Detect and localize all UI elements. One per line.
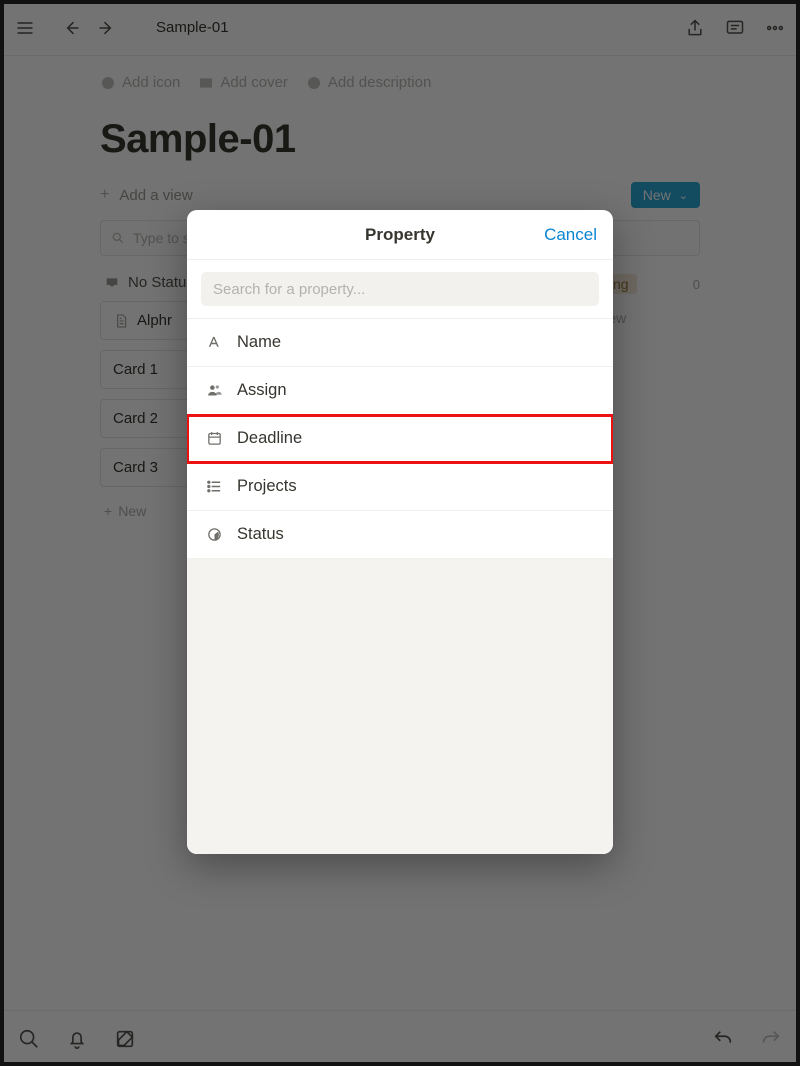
property-label: Assign: [237, 381, 287, 400]
property-list: Name Assign Deadline Projects: [187, 319, 613, 559]
cancel-button[interactable]: Cancel: [544, 225, 597, 245]
property-item-projects[interactable]: Projects: [187, 463, 613, 511]
property-search-input[interactable]: [201, 272, 599, 306]
modal-title: Property: [365, 225, 435, 245]
person-icon: [205, 382, 223, 400]
modal-header: Property Cancel: [187, 210, 613, 260]
property-label: Deadline: [237, 429, 302, 448]
property-item-name[interactable]: Name: [187, 319, 613, 367]
property-label: Status: [237, 525, 284, 544]
calendar-icon: [205, 430, 223, 448]
property-picker-modal: Property Cancel Name Assign: [187, 210, 613, 854]
text-icon: [205, 334, 223, 352]
app-window: Sample-01 Add icon Add cover: [0, 0, 800, 1066]
list-icon: [205, 478, 223, 496]
modal-empty-area: [187, 559, 613, 854]
property-item-status[interactable]: Status: [187, 511, 613, 559]
property-label: Projects: [237, 477, 297, 496]
status-icon: [205, 526, 223, 544]
property-item-deadline[interactable]: Deadline: [187, 415, 613, 463]
modal-search-wrap: [187, 260, 613, 319]
property-label: Name: [237, 333, 281, 352]
property-item-assign[interactable]: Assign: [187, 367, 613, 415]
